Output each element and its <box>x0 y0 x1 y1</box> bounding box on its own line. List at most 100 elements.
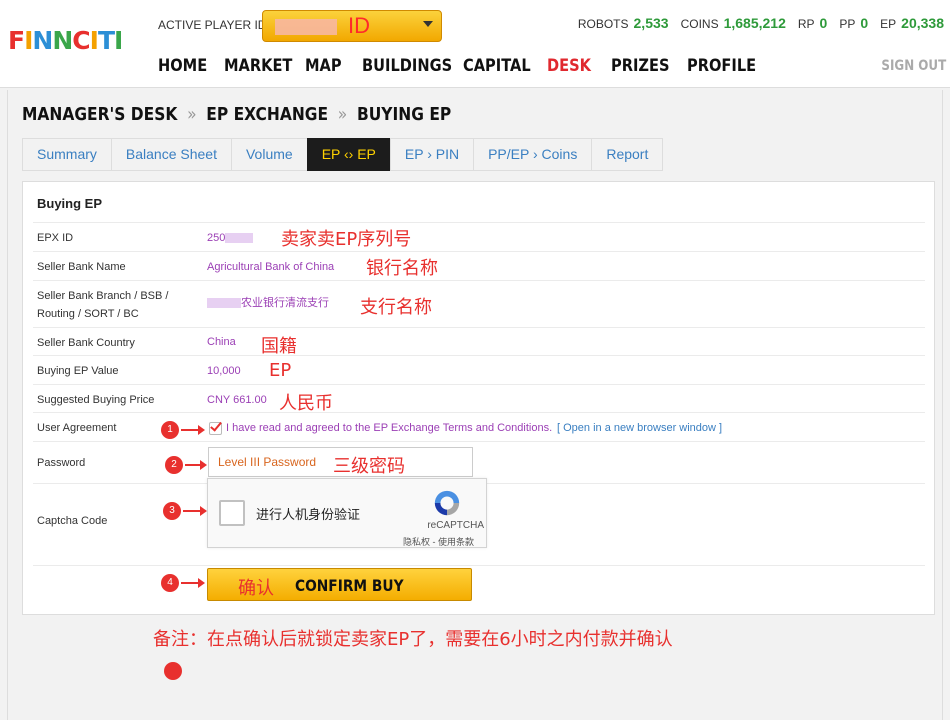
tab-ep-ep[interactable]: EP ‹› EP <box>306 138 390 171</box>
step-badge-1: 1 <box>161 421 179 439</box>
row-epx-id: EPX ID 250 卖家卖EP序列号 <box>33 222 925 251</box>
nav-buildings[interactable]: BUILDINGS <box>362 56 452 76</box>
tab-balance-sheet[interactable]: Balance Sheet <box>110 138 231 171</box>
confirm-annotation: 确认 <box>238 578 274 599</box>
bank-branch-label-2: Routing / SORT / BC <box>37 308 139 320</box>
password-annotation: 三级密码 <box>333 456 405 477</box>
agreement-open-link[interactable]: [ Open in a new browser window ] <box>557 419 722 437</box>
nav-market[interactable]: MARKET <box>224 56 292 76</box>
buying-ep-panel: Buying EP EPX ID 250 卖家卖EP序列号 Seller Ban… <box>22 181 935 680</box>
main-nav: HOME MARKET MAP BUILDINGS CAPITAL DESK P… <box>158 56 761 76</box>
finnciti-logo[interactable]: FINNCITI <box>8 26 128 58</box>
bank-country-label: Seller Bank Country <box>37 337 135 349</box>
stat-pp-label: PP <box>839 17 856 31</box>
footer-note: 备注：在点确认后就锁定卖家EP了，需要在6小时之内付款并确认 <box>153 629 673 650</box>
breadcrumb-buying-ep: BUYING EP <box>356 104 452 125</box>
tab-ep-pin[interactable]: EP › PIN <box>389 138 474 171</box>
bank-branch-value: 农业银行清流支行 <box>207 294 329 312</box>
tab-summary[interactable]: Summary <box>22 138 111 171</box>
step-badge-4-hidden <box>164 662 182 680</box>
main-content: MANAGER'S DESK » EP EXCHANGE » BUYING EP… <box>7 90 943 720</box>
epx-id-label: EPX ID <box>37 232 74 244</box>
check-icon <box>210 419 222 432</box>
stat-coins-label: COINS <box>680 17 719 31</box>
active-player-label: ACTIVE PLAYER ID <box>158 18 267 32</box>
arrow-icon <box>185 460 207 470</box>
row-bank-branch: Seller Bank Branch / BSB / Routing / SOR… <box>33 280 925 327</box>
confirm-buy-button[interactable]: 确认 CONFIRM BUY <box>207 568 472 601</box>
row-ep-value: Buying EP Value 10,000 EP <box>33 355 925 384</box>
stat-rp-value: 0 <box>819 15 828 31</box>
active-player-select[interactable]: ID <box>262 10 442 42</box>
panel-title: Buying EP <box>37 196 103 211</box>
epx-id-annotation: 卖家卖EP序列号 <box>281 229 412 250</box>
redacted-epx-id <box>225 233 254 244</box>
desk-tabs: Summary Balance Sheet Volume EP ‹› EP EP… <box>22 138 664 171</box>
bank-branch-annotation: 支行名称 <box>360 297 432 318</box>
row-confirm: 4 确认 CONFIRM BUY <box>33 565 925 605</box>
breadcrumb-separator: » <box>187 104 197 125</box>
row-buying-price: Suggested Buying Price CNY 661.00 人民币 <box>33 384 925 414</box>
sign-out-link[interactable]: SIGN OUT <box>881 58 946 74</box>
redacted-branch <box>207 298 241 309</box>
caret-down-icon <box>423 21 433 27</box>
row-user-agreement: User Agreement 1 I have read and agreed … <box>33 412 925 441</box>
breadcrumb-separator: » <box>337 104 348 125</box>
agreement-text: I have read and agreed to the EP Exchang… <box>226 422 553 434</box>
price-value: CNY 661.00 <box>207 394 267 406</box>
player-id-annotation: ID <box>348 13 370 38</box>
ep-value-annotation: EP <box>269 360 292 381</box>
recaptcha-links[interactable]: 隐私权 - 使用条款 <box>403 535 474 548</box>
tab-pp-ep-coins[interactable]: PP/EP › Coins <box>473 138 592 171</box>
nav-map[interactable]: MAP <box>305 56 351 76</box>
epx-id-text: 250 <box>207 232 226 244</box>
recaptcha-widget: 进行人机身份验证 reCAPTCHA 隐私权 - 使用条款 <box>207 478 487 548</box>
arrow-icon <box>181 425 205 435</box>
step-badge-2: 2 <box>165 456 183 474</box>
row-bank-country: Seller Bank Country China 国籍 <box>33 327 925 357</box>
stat-ep-label: EP <box>880 17 897 31</box>
confirm-buy-label: CONFIRM BUY <box>295 576 404 595</box>
tab-volume[interactable]: Volume <box>230 138 307 171</box>
bank-name-annotation: 银行名称 <box>366 258 438 279</box>
stat-rp-label: RP <box>797 17 815 31</box>
nav-home[interactable]: HOME <box>158 56 211 76</box>
bank-name-value: Agricultural Bank of China <box>207 261 335 273</box>
captcha-label: Captcha Code <box>37 515 108 527</box>
stat-robots-value: 2,533 <box>633 15 669 31</box>
recaptcha-brand: reCAPTCHA <box>427 520 484 531</box>
recaptcha-checkbox[interactable] <box>219 500 245 526</box>
agreement-label: User Agreement <box>37 422 117 434</box>
breadcrumb: MANAGER'S DESK » EP EXCHANGE » BUYING EP <box>22 104 451 125</box>
recaptcha-icon <box>434 490 460 516</box>
row-password: Password 2 Level III Password 三级密码 <box>33 441 925 483</box>
ep-value-label: Buying EP Value <box>37 365 119 377</box>
nav-desk[interactable]: DESK <box>547 56 599 76</box>
stat-coins-value: 1,685,212 <box>723 15 786 31</box>
bank-branch-label-1: Seller Bank Branch / BSB / <box>37 290 169 302</box>
nav-prizes[interactable]: PRIZES <box>611 56 673 76</box>
redacted-player-id <box>275 19 337 35</box>
player-stats: ROBOTS 2,533 COINS 1,685,212 RP 0 PP 0 E… <box>566 15 944 31</box>
row-bank-name: Seller Bank Name Agricultural Bank of Ch… <box>33 251 925 280</box>
stat-ep-value: 20,338 <box>901 15 944 31</box>
breadcrumb-managers-desk[interactable]: MANAGER'S DESK <box>22 104 177 125</box>
step-badge-3: 3 <box>163 502 181 520</box>
bank-country-value: China <box>207 336 236 348</box>
arrow-icon <box>181 578 205 588</box>
nav-capital[interactable]: CAPITAL <box>463 56 532 76</box>
nav-profile[interactable]: PROFILE <box>687 56 756 76</box>
arrow-icon <box>183 506 207 516</box>
breadcrumb-ep-exchange[interactable]: EP EXCHANGE <box>206 104 328 125</box>
site-header: FINNCITI ACTIVE PLAYER ID ID ROBOTS 2,53… <box>0 0 950 88</box>
recaptcha-text: 进行人机身份验证 <box>256 507 361 522</box>
bank-name-label: Seller Bank Name <box>37 261 126 273</box>
stat-robots-label: ROBOTS <box>577 17 629 31</box>
bank-branch-text: 农业银行清流支行 <box>241 297 329 309</box>
tab-report[interactable]: Report <box>591 138 664 171</box>
agreement-checkbox[interactable] <box>209 419 222 435</box>
stat-pp-value: 0 <box>860 15 869 31</box>
ep-value-value: 10,000 <box>207 365 241 377</box>
row-captcha: Captcha Code 3 进行人机身份验证 reCAPTCHA 隐私权 - … <box>33 478 925 565</box>
password-label: Password <box>37 457 86 469</box>
